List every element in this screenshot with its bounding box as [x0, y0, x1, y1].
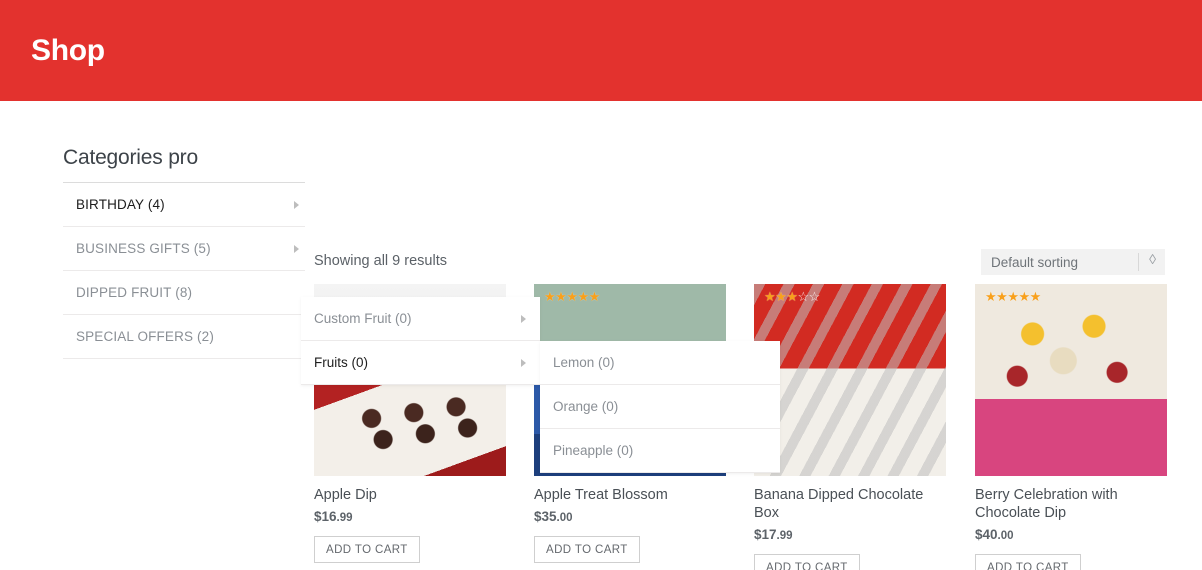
submenu-item-label: Orange (0)	[553, 399, 619, 414]
page-body: Apple Dip $16.99 ADD TO CART ★★★★★ Apple…	[0, 101, 1202, 570]
price-main: $16	[314, 509, 337, 524]
submenu-level-2: Lemon (0) Orange (0) Pineapple (0)	[540, 341, 780, 473]
price-decimal: .00	[556, 512, 573, 524]
sidebar-item-dipped-fruit[interactable]: DIPPED FRUIT (8)	[63, 271, 305, 315]
add-to-cart-button[interactable]: ADD TO CART	[314, 536, 420, 563]
submenu-item-label: Fruits (0)	[314, 355, 368, 370]
add-to-cart-button[interactable]: ADD TO CART	[754, 554, 860, 570]
submenu-item-lemon[interactable]: Lemon (0)	[540, 341, 780, 385]
price-main: $40	[975, 527, 998, 542]
sidebar-item-label: BIRTHDAY (4)	[76, 197, 165, 212]
submenu-item-label: Custom Fruit (0)	[314, 311, 412, 326]
page-title: Shop	[31, 33, 105, 67]
product-image[interactable]: ★★★☆☆	[754, 284, 946, 476]
submenu-item-label: Lemon (0)	[553, 355, 615, 370]
rating-stars: ★★★☆☆	[764, 289, 820, 304]
product-title[interactable]: Apple Dip	[314, 486, 506, 504]
add-to-cart-button[interactable]: ADD TO CART	[534, 536, 640, 563]
product-title[interactable]: Berry Celebration with Chocolate Dip	[975, 486, 1167, 522]
price-main: $17	[754, 527, 777, 542]
submenu-item-label: Pineapple (0)	[553, 443, 634, 458]
sidebar-item-label: SPECIAL OFFERS (2)	[76, 329, 214, 344]
chevron-right-icon	[294, 244, 299, 253]
submenu-item-custom-fruit[interactable]: Custom Fruit (0)	[301, 297, 540, 341]
add-to-cart-button[interactable]: ADD TO CART	[975, 554, 1081, 570]
site-header: Shop	[0, 0, 1202, 101]
product-price: $16.99	[314, 509, 506, 524]
product-card[interactable]: ★★★☆☆ Banana Dipped Chocolate Box $17.99…	[754, 284, 946, 570]
chevron-right-icon	[521, 314, 526, 323]
product-price: $40.00	[975, 527, 1167, 542]
sidebar-item-label: BUSINESS GIFTS (5)	[76, 241, 211, 256]
product-photo-lower	[314, 380, 506, 476]
sidebar-item-special-offers[interactable]: SPECIAL OFFERS (2)	[63, 315, 305, 359]
rating-stars: ★★★★★	[985, 289, 1041, 304]
chevron-right-icon	[521, 358, 526, 367]
product-title[interactable]: Apple Treat Blossom	[534, 486, 726, 504]
sidebar-item-birthday[interactable]: BIRTHDAY (4)	[63, 183, 305, 227]
rating-stars: ★★★★★	[544, 289, 600, 304]
category-sidebar: Categories pro BIRTHDAY (4) BUSINESS GIF…	[63, 146, 305, 359]
product-price: $35.00	[534, 509, 726, 524]
submenu-level-1: Custom Fruit (0) Fruits (0)	[301, 297, 540, 385]
price-main: $35	[534, 509, 557, 524]
sidebar-title: Categories pro	[63, 146, 198, 169]
product-photo	[975, 284, 1167, 476]
sorting-select[interactable]: Default sorting ◊	[981, 249, 1165, 275]
price-decimal: .99	[776, 530, 793, 542]
submenu-item-pineapple[interactable]: Pineapple (0)	[540, 429, 780, 473]
chevron-down-icon[interactable]: ◊	[1149, 251, 1156, 267]
product-card[interactable]: ★★★★★ Berry Celebration with Chocolate D…	[975, 284, 1167, 570]
sidebar-item-business-gifts[interactable]: BUSINESS GIFTS (5)	[63, 227, 305, 271]
product-price: $17.99	[754, 527, 946, 542]
submenu-item-orange[interactable]: Orange (0)	[540, 385, 780, 429]
sorting-divider	[1138, 253, 1139, 271]
submenu-item-fruits[interactable]: Fruits (0)	[301, 341, 540, 385]
price-decimal: .99	[336, 512, 353, 524]
product-title[interactable]: Banana Dipped Chocolate Box	[754, 486, 946, 522]
chevron-right-icon	[294, 200, 299, 209]
sorting-selected-value: Default sorting	[991, 254, 1079, 270]
price-decimal: .00	[997, 530, 1014, 542]
product-image[interactable]: ★★★★★	[975, 284, 1167, 476]
sidebar-item-label: DIPPED FRUIT (8)	[76, 285, 193, 300]
results-count: Showing all 9 results	[314, 253, 447, 269]
product-photo	[754, 284, 946, 476]
